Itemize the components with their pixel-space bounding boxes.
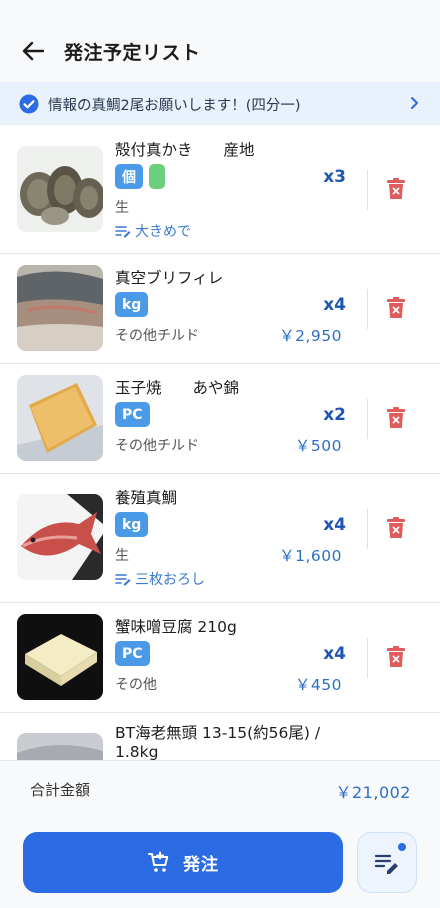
product-image xyxy=(17,375,103,461)
item-name: 蟹味噌豆腐 210g xyxy=(115,618,237,636)
item-name: BT海老無頭 13-15(約56尾) / xyxy=(115,724,321,742)
item-note[interactable]: 大きめで xyxy=(115,221,191,241)
divider xyxy=(367,509,368,549)
chevron-right-icon xyxy=(411,97,418,109)
color-tag xyxy=(149,164,165,189)
item-price: ￥500 xyxy=(294,437,342,455)
item-category: その他チルド xyxy=(115,438,199,454)
notification-dot xyxy=(398,843,406,851)
unit-tag: kg xyxy=(115,512,149,537)
item-category: 生 xyxy=(115,548,129,564)
edit-note-button[interactable] xyxy=(357,832,417,893)
divider xyxy=(367,289,368,329)
item-note[interactable]: 三枚おろし xyxy=(115,569,205,589)
trash-icon[interactable] xyxy=(385,645,407,669)
unit-tag: 個 xyxy=(115,164,143,189)
product-image xyxy=(17,733,103,760)
footer: 合計金額 ￥21,002 発注 xyxy=(0,760,440,908)
item-price: ￥2,950 xyxy=(279,327,342,345)
page-title: 発注予定リスト xyxy=(64,42,201,64)
product-image xyxy=(17,146,103,232)
item-quantity[interactable]: x2 xyxy=(323,405,346,425)
edit-list-icon xyxy=(374,854,398,874)
order-button[interactable]: 発注 xyxy=(23,832,343,893)
list-item[interactable]: 蟹味噌豆腐 210g PC その他 x4 ￥450 xyxy=(0,603,440,713)
check-circle-icon xyxy=(19,94,39,114)
product-image xyxy=(17,265,103,351)
item-name: 玉子焼 あや錦 xyxy=(115,379,240,397)
note-icon xyxy=(115,574,131,586)
note-text: 三枚おろし xyxy=(135,572,205,588)
trash-icon[interactable] xyxy=(385,177,407,201)
unit-tags: kg xyxy=(115,292,149,317)
order-list[interactable]: 殻付真かき 産地 個 生 x3 大きめで 真空ブリフィレ kg その他チルド x… xyxy=(0,126,440,760)
cart-add-icon xyxy=(148,851,169,872)
trash-icon[interactable] xyxy=(385,296,407,320)
item-name: 真空ブリフィレ xyxy=(115,269,224,287)
item-name-continued: 1.8kg xyxy=(115,743,159,760)
arrow-left-icon xyxy=(22,41,44,61)
item-category: その他 xyxy=(115,677,157,693)
item-quantity[interactable]: x3 xyxy=(323,167,346,187)
item-quantity[interactable]: x4 xyxy=(323,515,346,535)
product-image xyxy=(17,614,103,700)
total-label: 合計金額 xyxy=(30,781,91,799)
list-item[interactable]: 玉子焼 あや錦 PC その他チルド x2 ￥500 xyxy=(0,364,440,474)
app-header: 発注予定リスト xyxy=(0,0,440,82)
item-price: ￥1,600 xyxy=(279,547,342,565)
item-name: 養殖真鯛 xyxy=(115,489,178,507)
unit-tags: PC xyxy=(115,402,150,427)
note-text: 大きめで xyxy=(135,224,191,240)
notice-banner[interactable]: 情報の真鯛2尾お願いします！(四分一) xyxy=(0,82,440,125)
item-quantity[interactable]: x4 xyxy=(323,295,346,315)
list-item[interactable]: 養殖真鯛 kg 生 x4 ￥1,600 三枚おろし xyxy=(0,474,440,603)
unit-tags: PC xyxy=(115,641,150,666)
item-category: 生 xyxy=(115,200,129,216)
unit-tag: kg xyxy=(115,292,149,317)
order-label: 発注 xyxy=(183,855,219,875)
item-quantity[interactable]: x4 xyxy=(323,644,346,664)
list-item[interactable]: BT海老無頭 13-15(約56尾) / 1.8kg xyxy=(0,713,440,760)
product-image xyxy=(17,494,103,580)
total-value: ￥21,002 xyxy=(335,783,411,802)
divider xyxy=(367,170,368,210)
list-item[interactable]: 真空ブリフィレ kg その他チルド x4 ￥2,950 xyxy=(0,254,440,364)
divider xyxy=(367,638,368,678)
notice-text: 情報の真鯛2尾お願いします！(四分一) xyxy=(48,98,301,114)
item-category: その他チルド xyxy=(115,328,199,344)
trash-icon[interactable] xyxy=(385,516,407,540)
divider xyxy=(367,399,368,439)
list-item[interactable]: 殻付真かき 産地 個 生 x3 大きめで xyxy=(0,126,440,254)
note-icon xyxy=(115,226,131,238)
unit-tag: PC xyxy=(115,402,150,427)
back-button[interactable] xyxy=(18,36,48,66)
item-price: ￥450 xyxy=(294,676,342,694)
unit-tags: 個 xyxy=(115,164,165,189)
item-name: 殻付真かき 産地 xyxy=(115,141,255,159)
unit-tags: kg xyxy=(115,512,149,537)
trash-icon[interactable] xyxy=(385,406,407,430)
unit-tag: PC xyxy=(115,641,150,666)
